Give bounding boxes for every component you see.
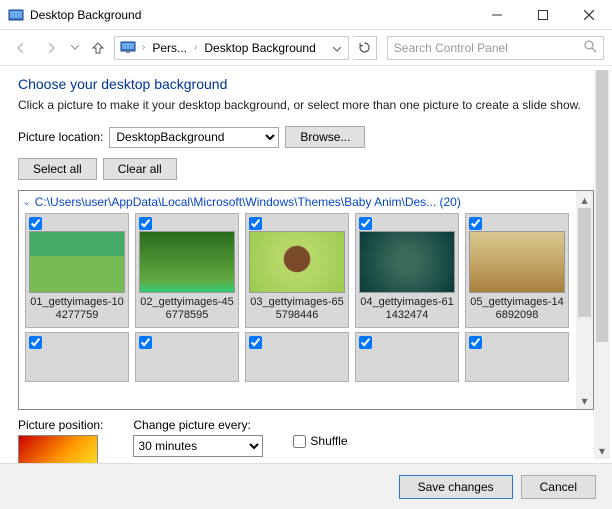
change-interval-select[interactable]: 30 minutes: [133, 435, 263, 457]
forward-button: [38, 35, 64, 61]
up-button[interactable]: [86, 36, 110, 60]
window-title: Desktop Background: [30, 8, 474, 22]
content-area: ▴ ▾ Choose your desktop background Click…: [0, 66, 612, 463]
picture-checkbox[interactable]: [249, 336, 262, 349]
picture-checkbox[interactable]: [469, 217, 482, 230]
shuffle-checkbox[interactable]: [293, 435, 306, 448]
chevron-right-icon[interactable]: ›: [139, 42, 148, 53]
pictures-scrollbar[interactable]: ▴ ▾: [576, 191, 593, 409]
select-all-button[interactable]: Select all: [18, 158, 97, 180]
picture-checkbox[interactable]: [139, 336, 152, 349]
recent-dropdown[interactable]: [68, 35, 82, 61]
monitor-icon: [119, 39, 137, 57]
picture-label: 03_gettyimages-655798446: [249, 296, 345, 324]
title-bar: Desktop Background: [0, 0, 612, 30]
browse-button[interactable]: Browse...: [285, 126, 365, 148]
nav-bar: › Pers... › Desktop Background: [0, 30, 612, 66]
picture-thumbnail[interactable]: [249, 231, 345, 293]
picture-checkbox[interactable]: [249, 217, 262, 230]
picture-item[interactable]: [245, 332, 349, 382]
picture-item[interactable]: 03_gettyimages-655798446: [245, 213, 349, 328]
picture-item[interactable]: [25, 332, 129, 382]
picture-label: 04_gettyimages-611432474: [359, 296, 455, 324]
folder-path: C:\Users\user\AppData\Local\Microsoft\Wi…: [35, 195, 461, 209]
picture-checkbox[interactable]: [469, 336, 482, 349]
picture-location-select[interactable]: DesktopBackground: [109, 127, 279, 148]
position-preview: [18, 435, 98, 463]
picture-item[interactable]: 02_gettyimages-456778595: [135, 213, 239, 328]
picture-thumbnail[interactable]: [29, 231, 125, 293]
page-heading: Choose your desktop background: [18, 76, 594, 92]
maximize-button[interactable]: [520, 0, 566, 29]
clear-all-button[interactable]: Clear all: [103, 158, 177, 180]
breadcrumb-seg-2[interactable]: Desktop Background: [200, 41, 319, 55]
scroll-up-icon[interactable]: ▴: [576, 191, 593, 208]
breadcrumb-seg-1[interactable]: Pers...: [148, 41, 191, 55]
picture-label: 01_gettyimages-104277759: [29, 296, 125, 324]
content-scrollbar[interactable]: ▴ ▾: [594, 70, 610, 459]
picture-item[interactable]: 04_gettyimages-611432474: [355, 213, 459, 328]
app-icon: [8, 7, 24, 23]
breadcrumb[interactable]: › Pers... › Desktop Background: [114, 36, 349, 60]
pictures-panel: › C:\Users\user\AppData\Local\Microsoft\…: [18, 190, 594, 410]
picture-label: 05_gettyimages-146892098: [469, 296, 565, 324]
scrollbar-thumb[interactable]: [578, 208, 591, 317]
search-input[interactable]: [394, 41, 584, 55]
chevron-down-icon: ›: [21, 202, 32, 205]
picture-item[interactable]: 05_gettyimages-146892098: [465, 213, 569, 328]
picture-thumbnail[interactable]: [359, 231, 455, 293]
picture-checkbox[interactable]: [29, 336, 42, 349]
picture-checkbox[interactable]: [139, 217, 152, 230]
breadcrumb-dropdown[interactable]: [328, 41, 346, 55]
search-box[interactable]: [387, 36, 604, 60]
minimize-button[interactable]: [474, 0, 520, 29]
page-subtitle: Click a picture to make it your desktop …: [18, 98, 594, 112]
cancel-button[interactable]: Cancel: [521, 475, 596, 499]
picture-label: 02_gettyimages-456778595: [139, 296, 235, 324]
scroll-down-icon[interactable]: ▾: [594, 443, 610, 459]
picture-item[interactable]: 01_gettyimages-104277759: [25, 213, 129, 328]
scroll-down-icon[interactable]: ▾: [576, 392, 593, 409]
close-button[interactable]: [566, 0, 612, 29]
scrollbar-thumb[interactable]: [596, 70, 608, 342]
picture-position-label: Picture position:: [18, 418, 103, 432]
save-changes-button[interactable]: Save changes: [399, 475, 513, 499]
shuffle-option[interactable]: Shuffle: [293, 434, 347, 448]
picture-thumbnail[interactable]: [139, 231, 235, 293]
picture-checkbox[interactable]: [29, 217, 42, 230]
footer: Save changes Cancel: [0, 463, 612, 509]
picture-checkbox[interactable]: [359, 336, 372, 349]
picture-thumbnail[interactable]: [469, 231, 565, 293]
folder-header[interactable]: › C:\Users\user\AppData\Local\Microsoft\…: [19, 191, 576, 213]
picture-item[interactable]: [135, 332, 239, 382]
picture-item[interactable]: [465, 332, 569, 382]
picture-item[interactable]: [355, 332, 459, 382]
search-icon: [584, 40, 597, 56]
picture-location-label: Picture location:: [18, 130, 103, 144]
shuffle-label: Shuffle: [310, 434, 347, 448]
change-interval-label: Change picture every:: [133, 418, 263, 432]
refresh-button[interactable]: [353, 36, 377, 60]
chevron-right-icon[interactable]: ›: [191, 42, 200, 53]
picture-checkbox[interactable]: [359, 217, 372, 230]
back-button: [8, 35, 34, 61]
